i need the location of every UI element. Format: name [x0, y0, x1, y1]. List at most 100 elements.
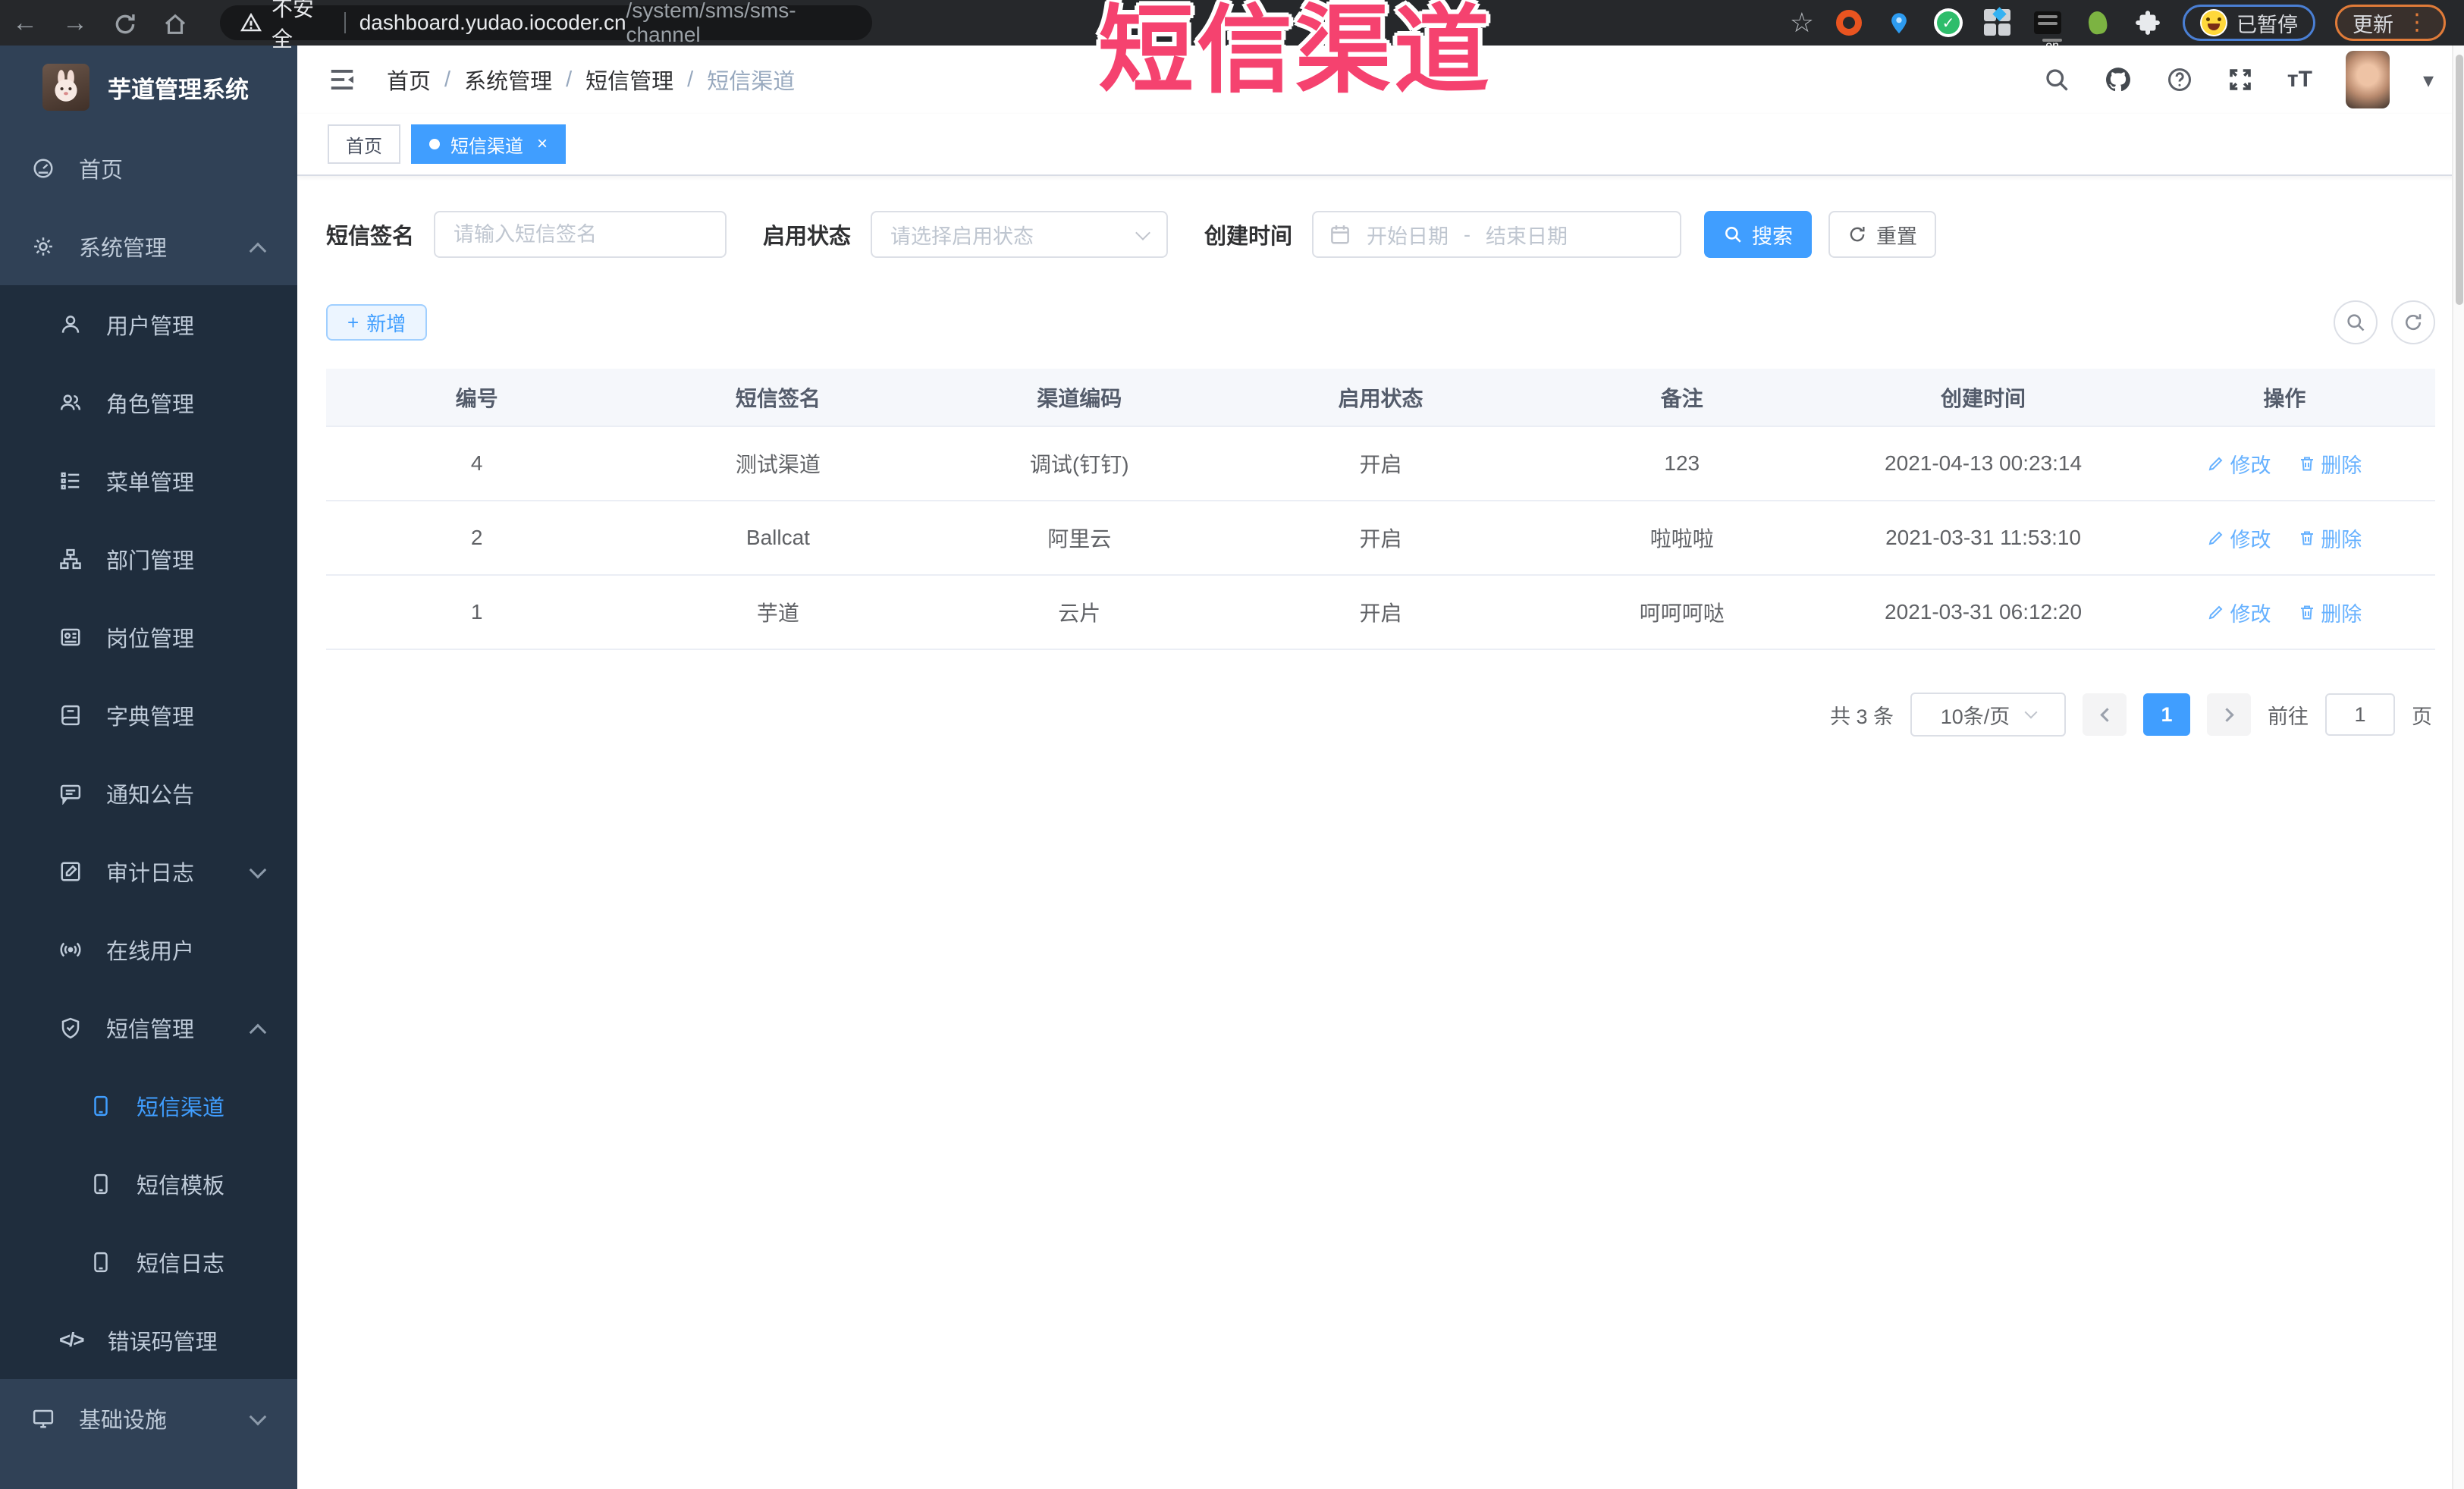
- time-filter-label: 创建时间: [1204, 225, 1293, 249]
- app-logo-row[interactable]: 芋道管理系统: [0, 46, 297, 129]
- table-row: 1 芋道 云片 开启 呵呵呵哒 2021-03-31 06:12:20 修改 删…: [326, 575, 2435, 650]
- sidebar-item-user-mgmt[interactable]: 用户管理: [0, 285, 297, 363]
- search-button[interactable]: 搜索: [1704, 211, 1813, 258]
- sidebar-item-role-mgmt[interactable]: 角色管理: [0, 363, 297, 441]
- breadcrumb-sms[interactable]: 短信管理: [585, 64, 673, 96]
- extension-on-switch-icon[interactable]: on: [2032, 8, 2063, 52]
- plus-icon: +: [347, 310, 359, 334]
- sidebar-item-menu-mgmt[interactable]: 菜单管理: [0, 441, 297, 520]
- home-icon[interactable]: [150, 8, 200, 38]
- sidebar-item-sms-channel[interactable]: 短信渠道: [0, 1066, 297, 1145]
- goto-page-input[interactable]: [2325, 693, 2395, 736]
- app-title: 芋道管理系统: [108, 76, 249, 103]
- sign-filter-input[interactable]: [434, 211, 727, 258]
- chevron-up-icon: [249, 242, 267, 260]
- forward-icon[interactable]: →: [50, 8, 100, 38]
- main-area: 首页 / 系统管理 / 短信管理 / 短信渠道 тT ▾ 首页 短信渠道 × 短…: [297, 46, 2464, 1489]
- extension-pin-icon[interactable]: [1884, 8, 1914, 38]
- extension-vue-devtools-icon[interactable]: ✓: [1934, 8, 1963, 37]
- extensions-puzzle-icon[interactable]: [2133, 8, 2163, 38]
- table-row: 4 测试渠道 调试(钉钉) 开启 123 2021-04-13 00:23:14…: [326, 426, 2435, 501]
- chevron-down-icon: [249, 861, 267, 879]
- tab-sms-channel[interactable]: 短信渠道 ×: [411, 124, 567, 164]
- reset-button[interactable]: 重置: [1828, 211, 1937, 258]
- sidebar-item-dict-mgmt[interactable]: 字典管理: [0, 676, 297, 754]
- gear-icon: [32, 235, 55, 258]
- fullscreen-icon[interactable]: [2227, 66, 2254, 93]
- table-toolbar: + 新增: [326, 300, 2435, 344]
- font-size-icon[interactable]: тT: [2287, 67, 2312, 93]
- page-scrollbar[interactable]: [2452, 46, 2464, 1489]
- sidebar-item-post-mgmt[interactable]: 岗位管理: [0, 598, 297, 676]
- delete-link[interactable]: 删除: [2298, 523, 2362, 553]
- delete-link[interactable]: 删除: [2298, 449, 2362, 479]
- extension-tabs-icon[interactable]: [1982, 7, 2013, 38]
- end-date-placeholder: 结束日期: [1486, 225, 1568, 248]
- status-filter-select[interactable]: 请选择启用状态: [871, 211, 1169, 258]
- edit-link[interactable]: 修改: [2207, 598, 2271, 627]
- extension-orange-icon[interactable]: [1834, 8, 1864, 38]
- shield-check-icon: [59, 1016, 82, 1039]
- active-dot-icon: [429, 139, 440, 149]
- avatar-caret-icon[interactable]: ▾: [2423, 68, 2434, 93]
- help-icon[interactable]: [2166, 66, 2193, 93]
- sidebar-item-dept-mgmt[interactable]: 部门管理: [0, 520, 297, 598]
- url-divider: [344, 12, 346, 33]
- start-date-placeholder: 开始日期: [1367, 225, 1449, 248]
- sidebar-menu: 首页 系统管理 用户管理 角色管理 菜单管理 部门管理 岗位管理 字典管理 通知…: [0, 129, 297, 1457]
- sidebar: 芋道管理系统 首页 系统管理 用户管理 角色管理 菜单管理 部门管理 岗位管理 …: [0, 46, 297, 1489]
- sidebar-collapse-icon[interactable]: [328, 65, 356, 94]
- page-size-select[interactable]: 10条/页: [1910, 693, 2066, 737]
- extension-green-icon[interactable]: [2083, 8, 2113, 38]
- next-page-button[interactable]: [2207, 693, 2251, 736]
- sidebar-item-audit-log[interactable]: 审计日志: [0, 832, 297, 910]
- col-code: 渠道编码: [928, 369, 1230, 427]
- chevron-down-icon: [1135, 225, 1150, 240]
- sidebar-item-sms-mgmt[interactable]: 短信管理: [0, 988, 297, 1066]
- header-search-icon[interactable]: [2043, 66, 2070, 93]
- github-icon[interactable]: [2104, 65, 2133, 94]
- breadcrumb-system[interactable]: 系统管理: [464, 64, 552, 96]
- chevron-down-icon: [249, 1408, 267, 1426]
- prev-page-button[interactable]: [2083, 693, 2127, 736]
- back-icon[interactable]: ←: [0, 8, 50, 38]
- user-icon: [59, 313, 82, 336]
- screen: ← → 不安全 dashboard.yudao.iocoder.cn/syste…: [0, 0, 2464, 1489]
- col-created: 创建时间: [1832, 369, 2134, 427]
- reload-icon[interactable]: [100, 8, 150, 38]
- sidebar-item-infra[interactable]: 基础设施: [0, 1379, 297, 1457]
- page-number-button[interactable]: 1: [2143, 693, 2190, 736]
- sidebar-item-error-code[interactable]: </> 错误码管理: [0, 1301, 297, 1379]
- sidebar-item-system[interactable]: 系统管理: [0, 207, 297, 285]
- goto-label: 前往: [2268, 705, 2309, 728]
- user-avatar[interactable]: [2345, 51, 2390, 108]
- sidebar-item-online-users[interactable]: 在线用户: [0, 910, 297, 988]
- app-logo-image: [42, 64, 89, 111]
- refresh-button[interactable]: [2391, 300, 2435, 344]
- edit-link[interactable]: 修改: [2207, 449, 2271, 479]
- delete-link[interactable]: 删除: [2298, 598, 2362, 627]
- sidebar-item-notice[interactable]: 通知公告: [0, 754, 297, 832]
- breadcrumb-home[interactable]: 首页: [387, 64, 431, 96]
- url-path: /system/sms/sms-channel: [626, 0, 796, 46]
- profile-paused-chip[interactable]: 已暂停: [2183, 5, 2315, 41]
- menu-list-icon: [59, 470, 82, 492]
- add-button[interactable]: + 新增: [326, 304, 428, 341]
- sidebar-item-sms-template[interactable]: 短信模板: [0, 1145, 297, 1223]
- url-domain: dashboard.yudao.iocoder.cn: [359, 11, 626, 34]
- edit-link[interactable]: 修改: [2207, 523, 2271, 553]
- browser-update-button[interactable]: 更新 ⋮: [2335, 5, 2446, 41]
- address-bar[interactable]: 不安全 dashboard.yudao.iocoder.cn/system/sm…: [220, 0, 872, 51]
- scrollbar-thumb[interactable]: [2456, 55, 2463, 305]
- toggle-search-button[interactable]: [2334, 300, 2378, 344]
- sidebar-item-sms-log[interactable]: 短信日志: [0, 1223, 297, 1301]
- create-time-range-picker[interactable]: 开始日期 - 结束日期: [1312, 211, 1682, 258]
- tab-home[interactable]: 首页: [328, 124, 400, 164]
- page-unit-label: 页: [2412, 705, 2432, 728]
- table-header-row: 编号 短信签名 渠道编码 启用状态 备注 创建时间 操作: [326, 369, 2435, 427]
- sidebar-item-home[interactable]: 首页: [0, 129, 297, 207]
- bookmark-star-icon[interactable]: ☆: [1790, 7, 1814, 39]
- close-tab-icon[interactable]: ×: [537, 134, 548, 155]
- browser-menu-kebab-icon[interactable]: ⋮: [2406, 11, 2428, 34]
- sign-filter-label: 短信签名: [326, 225, 415, 249]
